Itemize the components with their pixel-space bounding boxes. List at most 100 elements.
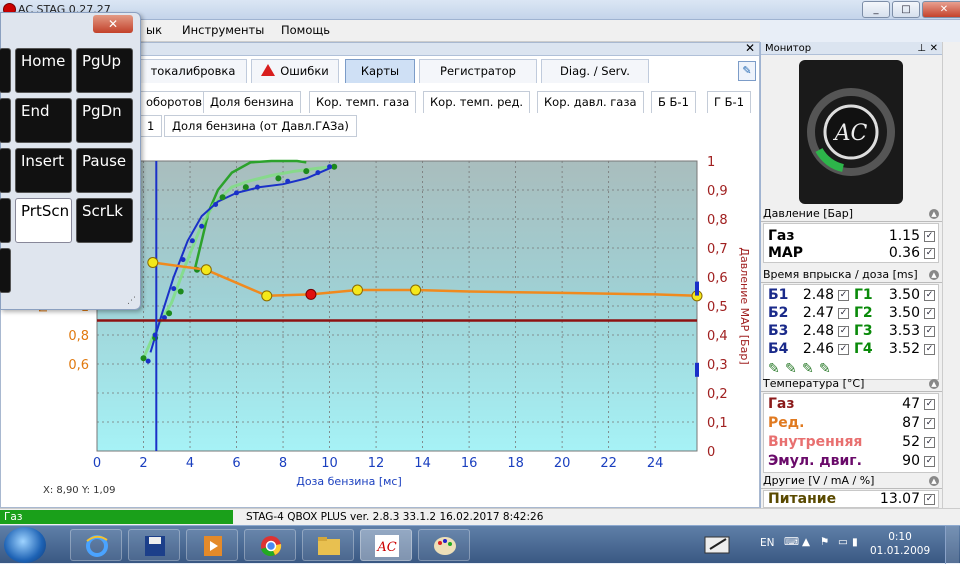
x-tick-label: 22 (600, 456, 617, 471)
tab-petrol-share[interactable]: Доля бензина (203, 91, 301, 113)
show-desktop-button[interactable] (945, 526, 959, 564)
y-right-tick-label: 0,4 (707, 329, 728, 344)
tab-gas-pressure-corr[interactable]: Кор. давл. газа (537, 91, 644, 113)
collapse-icon[interactable]: ▲ (929, 379, 939, 389)
checkbox[interactable]: ✓ (924, 344, 935, 355)
close-button[interactable]: ✕ (922, 1, 960, 18)
checkbox[interactable]: ✓ (924, 418, 935, 429)
multiplier-point[interactable] (200, 264, 212, 276)
battery-icon[interactable]: ▮ (852, 536, 858, 548)
keyboard-key-edge[interactable] (0, 148, 11, 193)
collapse-icon[interactable]: ▲ (929, 270, 939, 280)
monitor-header: Монитор ⊥ ✕ (761, 42, 942, 55)
x-tick-label: 10 (321, 456, 338, 471)
chart-options-icon[interactable]: ✎ (738, 61, 756, 81)
collapse-icon[interactable]: ▲ (929, 209, 939, 219)
checkbox[interactable]: ✓ (924, 326, 935, 337)
key-pgup[interactable]: PgUp (76, 48, 133, 93)
keyboard-key-edge[interactable] (0, 98, 11, 143)
checkbox[interactable]: ✓ (924, 494, 935, 505)
tab-maps[interactable]: Карты (345, 59, 415, 83)
x-axis-label: Доза бензина [мс] (296, 475, 402, 488)
checkbox[interactable]: ✓ (924, 437, 935, 448)
keyboard-layout-icon[interactable]: ⌨ (784, 536, 799, 548)
network-icon[interactable]: ▭ (838, 536, 848, 548)
keyboard-close-button[interactable]: ✕ (93, 15, 133, 33)
keyboard-key-edge[interactable] (0, 48, 11, 93)
acstag-icon: AC (375, 535, 399, 557)
monitor-scrollbar[interactable] (942, 42, 960, 508)
green-point (242, 184, 249, 191)
key-prtscn[interactable]: PrtScn (15, 198, 72, 243)
key-home[interactable]: Home (15, 48, 72, 93)
system-tray: EN ⌨ ▲ ⚑ ▭ ▮ 0:10 01.01.2009 (700, 526, 960, 564)
temperature-header: Температура [°C] ▲ (761, 376, 943, 392)
clock[interactable]: 0:10 01.01.2009 (870, 530, 930, 558)
tab-autocalibration[interactable]: токалибровка (139, 59, 247, 83)
y-right-tick-label: 0,9 (707, 184, 728, 199)
checkbox[interactable]: ✓ (924, 248, 935, 259)
checkbox[interactable]: ✓ (924, 456, 935, 467)
key-insert[interactable]: Insert (15, 148, 72, 193)
multiplier-point[interactable] (147, 257, 159, 268)
multiplier-point[interactable] (261, 290, 273, 302)
cursor-readout: X: 8,90 Y: 1,09 (43, 485, 116, 496)
taskbar-folder[interactable] (302, 529, 354, 561)
blue-point (180, 257, 186, 263)
keyboard-key-edge[interactable] (0, 198, 11, 243)
taskbar-chrome[interactable] (244, 529, 296, 561)
flag-icon[interactable]: ⚑ (820, 536, 829, 548)
checkbox[interactable]: ✓ (838, 290, 849, 301)
tab-petrol-share-by-gas-pressure[interactable]: Доля бензина (от Давл.ГАЗа) (164, 115, 357, 137)
key-end[interactable]: End (15, 98, 72, 143)
tab-gb1[interactable]: Г Б-1 (707, 91, 752, 113)
checkbox[interactable]: ✓ (924, 231, 935, 242)
checkbox[interactable]: ✓ (838, 308, 849, 319)
menu-tools[interactable]: Инструменты (182, 23, 264, 37)
tab-rpm[interactable]: оборотов (139, 91, 210, 113)
tab-errors[interactable]: Ошибки (251, 59, 339, 83)
gas-injector-value: 3.50 (888, 287, 920, 303)
checkbox[interactable]: ✓ (924, 308, 935, 319)
language-indicator[interactable]: EN (760, 537, 775, 549)
y-right-tick-label: 0,7 (707, 242, 728, 257)
key-pgdn[interactable]: PgDn (76, 98, 133, 143)
monitor-close-icon[interactable]: ✕ (930, 42, 938, 55)
checkbox[interactable]: ✓ (924, 399, 935, 410)
other-header: Другие [V / mA / %] ▲ (761, 473, 943, 489)
collapse-icon[interactable]: ▲ (929, 476, 939, 486)
taskbar-media[interactable] (186, 529, 238, 561)
resize-grip-icon[interactable]: ⋰ (127, 296, 136, 306)
panel-close-icon[interactable]: ✕ (745, 41, 755, 55)
tablet-input-icon[interactable] (704, 533, 734, 557)
checkbox[interactable]: ✓ (924, 290, 935, 301)
gas-injector-value: 3.50 (888, 305, 920, 321)
pin-icon[interactable]: ⊥ (917, 42, 926, 55)
multiplier-point[interactable] (351, 284, 363, 296)
tab-bb1[interactable]: Б Б-1 (651, 91, 696, 113)
taskbar-paint[interactable] (418, 529, 470, 561)
taskbar-save[interactable] (128, 529, 180, 561)
tab-map-1[interactable]: 1 (139, 115, 163, 137)
green-point (177, 288, 184, 295)
taskbar-acstag[interactable]: AC (360, 529, 412, 561)
tab-recorder[interactable]: Регистратор (419, 59, 537, 83)
multiplier-point[interactable] (410, 284, 422, 296)
start-button[interactable] (4, 527, 46, 563)
key-scrlk[interactable]: ScrLk (76, 198, 133, 243)
taskbar-ie[interactable] (70, 529, 122, 561)
maximize-button[interactable]: □ (892, 1, 920, 18)
checkbox[interactable]: ✓ (838, 344, 849, 355)
tab-gas-temp-corr[interactable]: Кор. темп. газа (309, 91, 417, 113)
media-icon (204, 536, 222, 556)
menu-help[interactable]: Помощь (281, 23, 330, 37)
selected-point[interactable] (305, 288, 317, 300)
key-pause[interactable]: Pause (76, 148, 133, 193)
minimize-button[interactable]: _ (862, 1, 890, 18)
keyboard-key-edge[interactable] (0, 248, 11, 293)
tab-red-temp-corr[interactable]: Кор. темп. ред. (423, 91, 531, 113)
menu-view[interactable]: ык (146, 23, 162, 37)
tab-diag[interactable]: Diag. / Serv. (541, 59, 649, 83)
tray-expand-icon[interactable]: ▲ (802, 536, 810, 548)
checkbox[interactable]: ✓ (838, 326, 849, 337)
